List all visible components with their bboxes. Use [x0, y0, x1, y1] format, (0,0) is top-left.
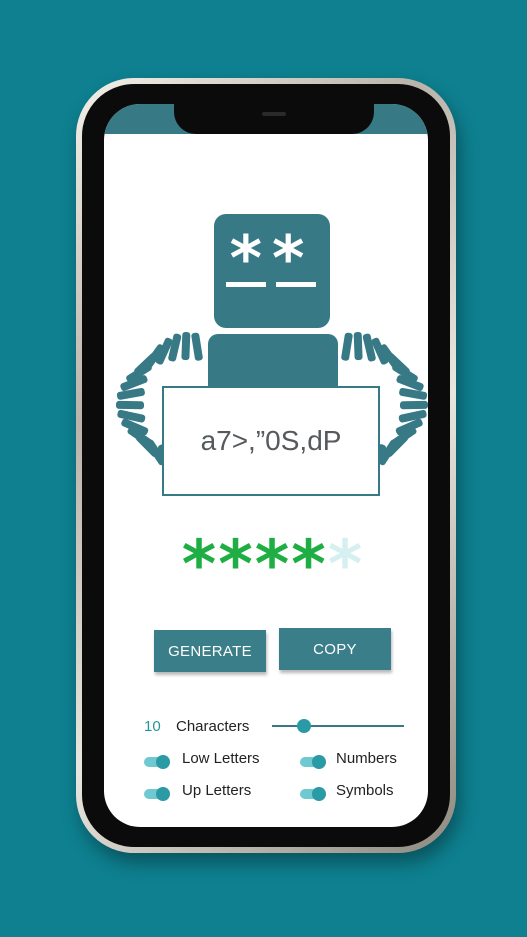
app-screen: ** a7>,”0S,dP * * * * * GENERATE COPY 10 Cha… — [104, 104, 428, 827]
numbers-toggle[interactable] — [300, 755, 326, 769]
symbols-label: Symbols — [336, 782, 394, 799]
phone-bezel: ** a7>,”0S,dP * * * * * GENERATE COPY 10 Cha… — [82, 84, 450, 847]
symbols-toggle[interactable] — [300, 787, 326, 801]
slider-track — [272, 725, 404, 727]
options-panel: 10 Characters Low Letters Numbers Up Let… — [104, 104, 428, 827]
length-value: 10 — [144, 718, 161, 735]
low-letters-toggle[interactable] — [144, 755, 170, 769]
numbers-label: Numbers — [336, 750, 397, 767]
up-letters-toggle[interactable] — [144, 787, 170, 801]
length-label: Characters — [176, 718, 250, 735]
phone-frame: ** a7>,”0S,dP * * * * * GENERATE COPY 10 Cha… — [76, 78, 456, 853]
toggle-knob — [156, 755, 170, 769]
low-letters-label: Low Letters — [182, 750, 260, 767]
up-letters-label: Up Letters — [182, 782, 252, 799]
slider-thumb[interactable] — [297, 719, 312, 733]
toggle-knob — [312, 787, 326, 801]
length-slider[interactable] — [272, 716, 404, 736]
toggle-knob — [156, 787, 170, 801]
toggle-knob — [312, 755, 326, 769]
